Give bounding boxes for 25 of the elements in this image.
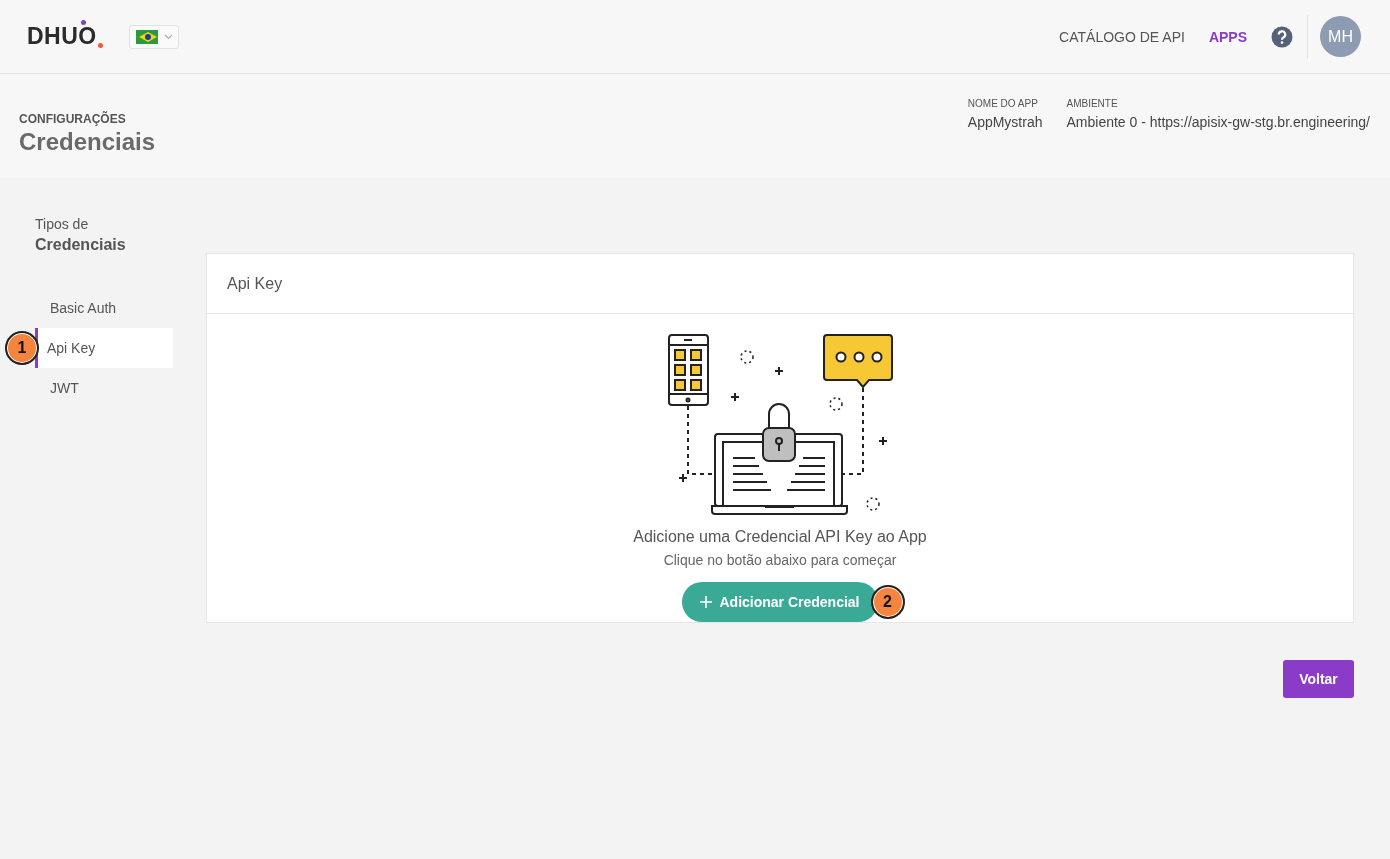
meta-value: Ambiente 0 - https://apisix-gw-stg.br.engineering/ <box>1066 114 1370 130</box>
section-label: CONFIGURAÇÕES <box>19 112 127 126</box>
meta-value: AppMystrah <box>967 114 1043 130</box>
help-icon[interactable] <box>1271 25 1293 48</box>
plus-icon <box>700 596 713 608</box>
callout-badge: 2 <box>870 585 905 619</box>
sidebar-item[interactable]: Api Key <box>35 328 173 368</box>
flag-icon <box>135 29 158 44</box>
back-button[interactable]: Voltar <box>1283 660 1354 698</box>
nav-link[interactable]: CATÁLOGO DE API <box>1059 28 1185 45</box>
empty-state-title: Adicione uma Credencial API Key ao App <box>633 528 927 546</box>
meta-label: AMBIENTE <box>1066 98 1119 109</box>
card-title: Api Key <box>207 254 1353 314</box>
meta-label: NOME DO APP <box>967 98 1039 109</box>
logo[interactable]: DHUO <box>27 23 103 50</box>
chevron-down-icon <box>163 33 172 40</box>
empty-state-hint: Clique no botão abaixo para começar <box>663 552 897 568</box>
page-title: Credenciais <box>19 128 156 156</box>
sidebar-title: Credenciais <box>35 236 127 254</box>
sidebar-subtitle: Tipos de <box>35 216 90 232</box>
nav-link[interactable]: APPS <box>1208 28 1247 45</box>
sidebar-item[interactable]: Basic Auth <box>35 288 173 328</box>
language-selector[interactable] <box>128 24 179 49</box>
callout-badge: 1 <box>5 331 39 365</box>
sidebar-item[interactable]: JWT <box>35 368 173 408</box>
